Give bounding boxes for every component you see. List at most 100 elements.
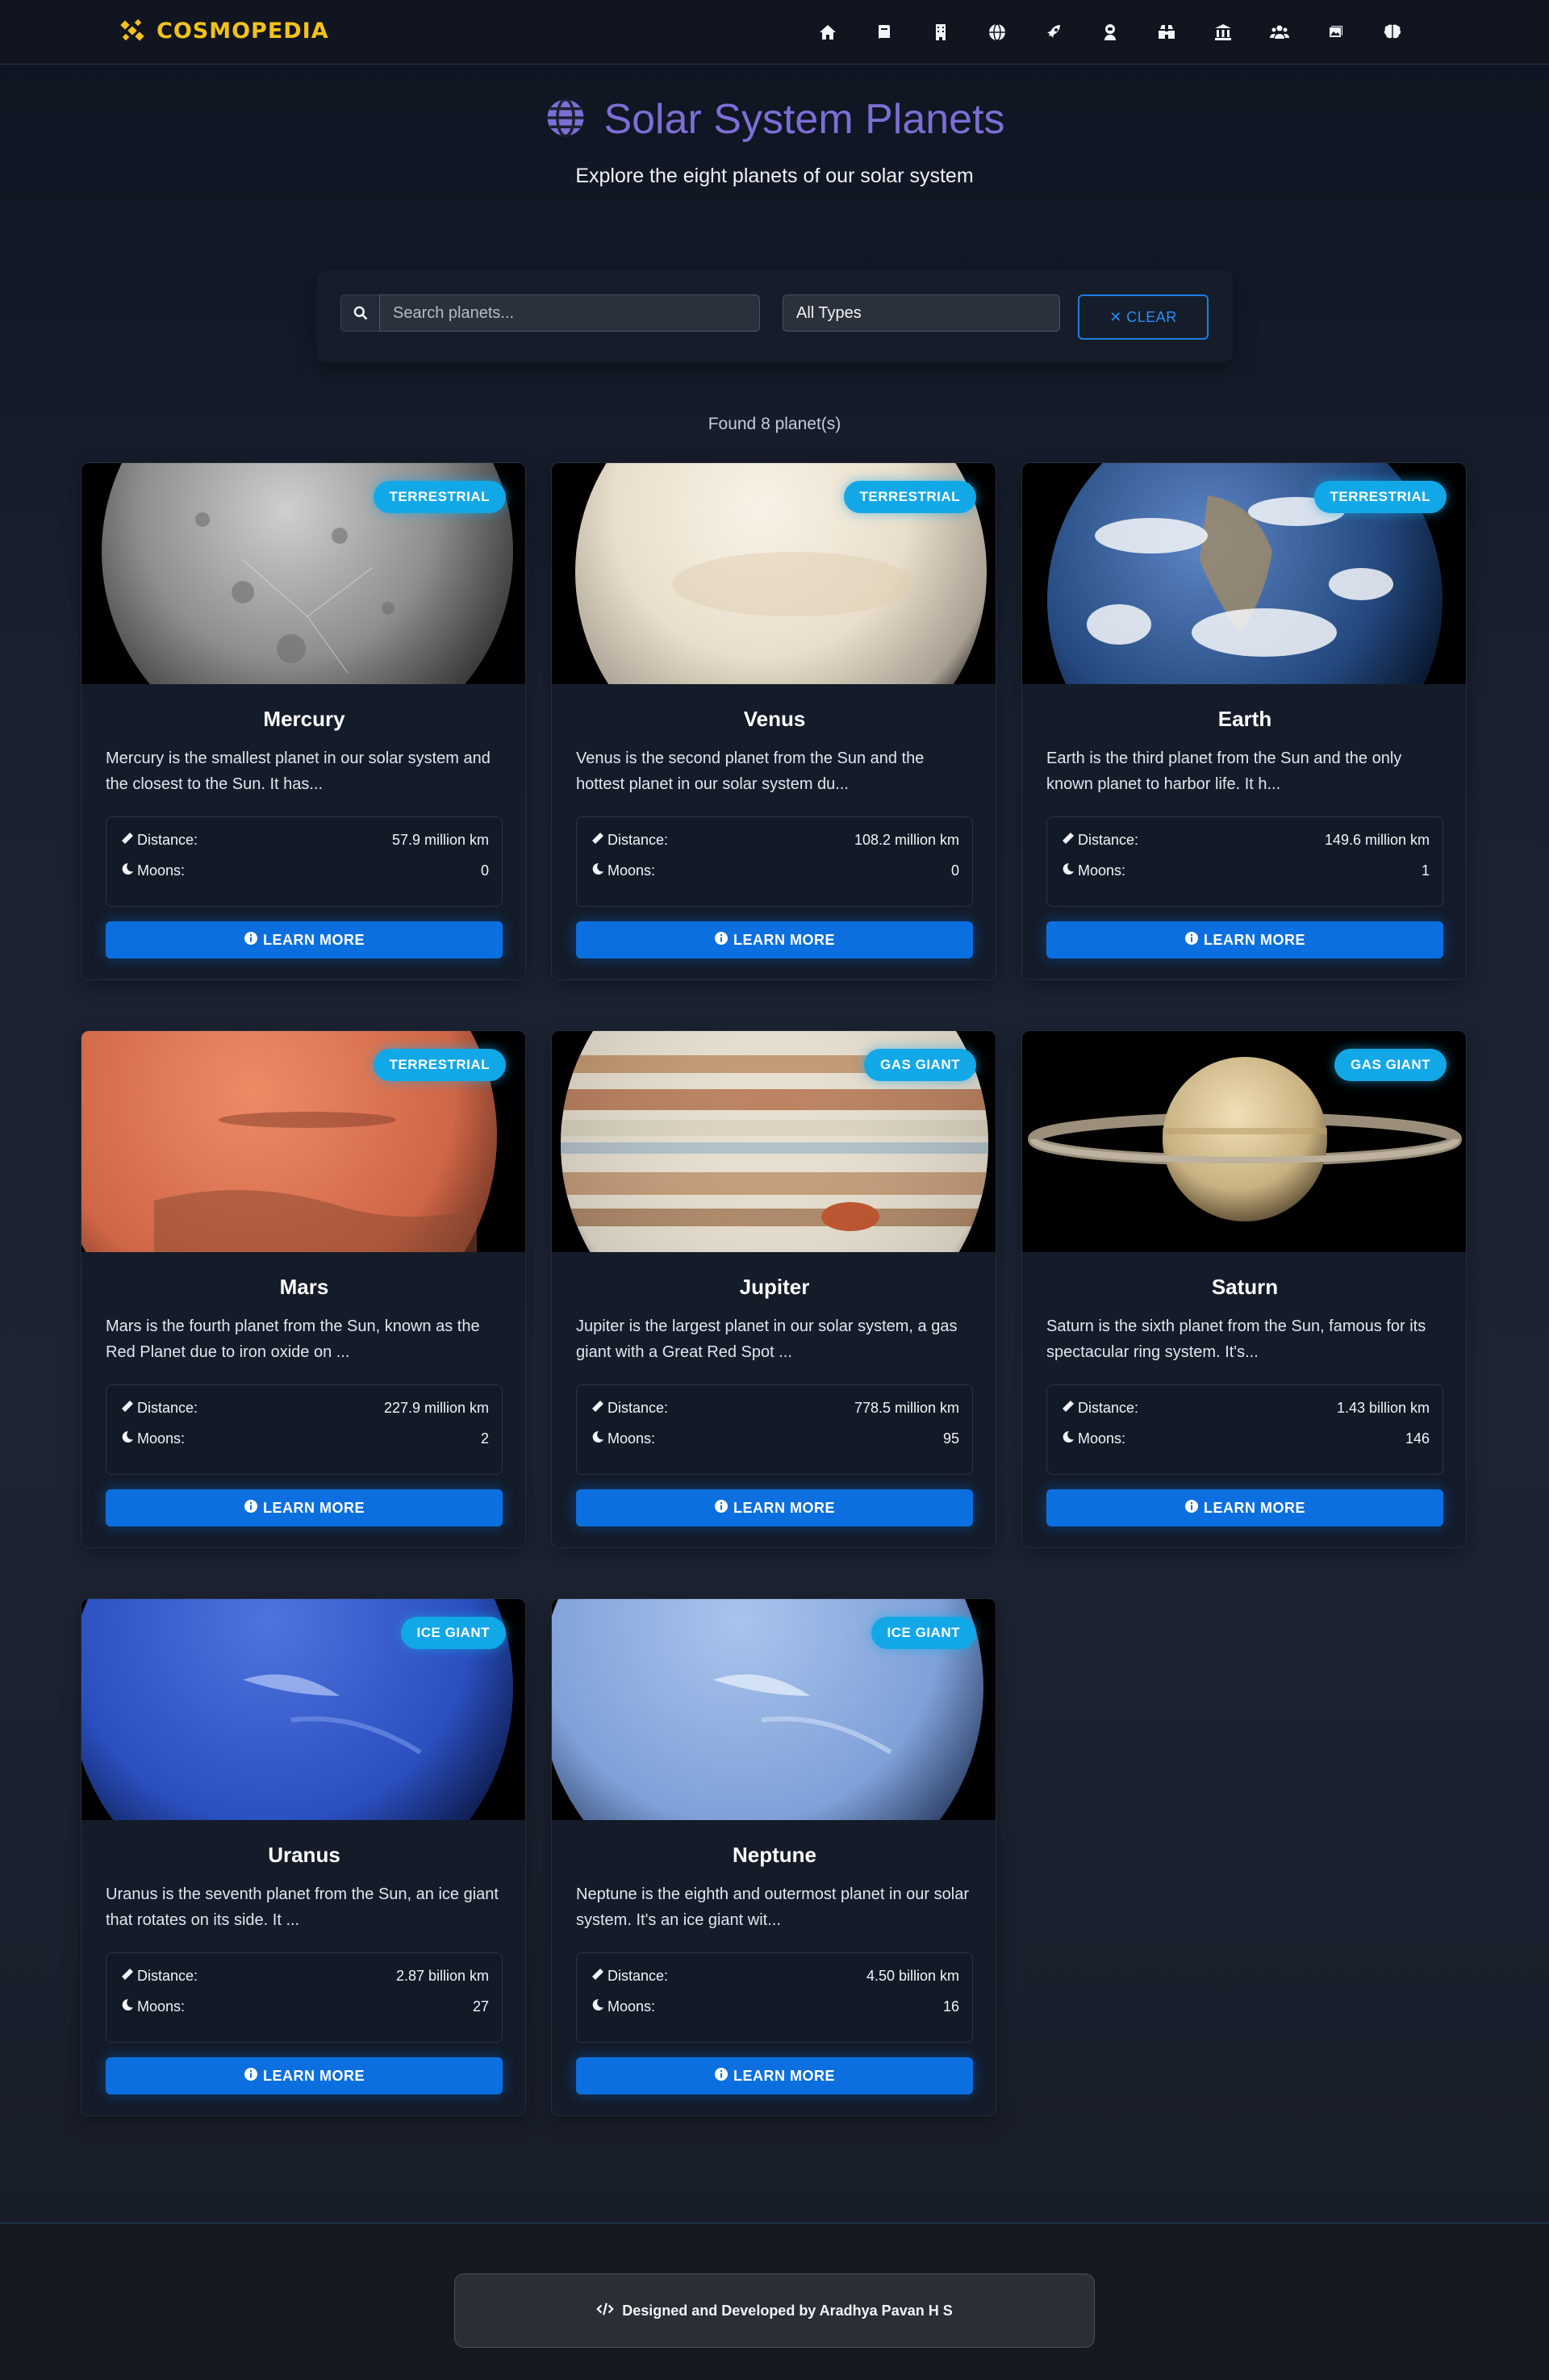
moon-icon (591, 1998, 604, 2015)
type-badge: TERRESTRIAL (1313, 481, 1447, 513)
moons-value: 16 (942, 1998, 959, 2015)
moons-label: Moons: (137, 1998, 186, 2015)
type-badge: TERRESTRIAL (373, 481, 506, 513)
learn-more-button[interactable]: LEARN MORE (576, 2057, 973, 2094)
results-count: Found 8 planet(s) (708, 415, 841, 433)
moons-label: Moons: (607, 1998, 656, 2015)
planet-description: Mercury is the smallest planet in our so… (106, 749, 491, 793)
book-icon[interactable] (871, 19, 897, 45)
distance-label: Distance: (607, 832, 669, 848)
learn-more-button[interactable]: LEARN MORE (576, 1489, 973, 1526)
satellite-icon (119, 18, 145, 44)
planet-card-neptune: ICE GIANT Neptune Neptune is the eighth … (551, 1598, 996, 2116)
distance-label: Distance: (137, 832, 198, 848)
planet-stats: Distance: 1.43 billion km Moons: 146 (1046, 1384, 1443, 1475)
planet-name: Saturn (1211, 1275, 1279, 1299)
info-icon (714, 2067, 729, 2086)
search-input[interactable] (379, 294, 760, 332)
distance-value: 4.50 billion km (866, 1968, 959, 1984)
moon-icon (1062, 1430, 1075, 1447)
search-icon (340, 294, 379, 332)
info-icon (714, 931, 729, 950)
distance-value: 1.43 billion km (1336, 1400, 1430, 1416)
distance-value: 227.9 million km (383, 1400, 489, 1416)
learn-more-button[interactable]: LEARN MORE (106, 2057, 503, 2094)
planet-name: Jupiter (739, 1275, 810, 1299)
learn-more-label: LEARN MORE (263, 1499, 365, 1516)
moons-label: Moons: (1078, 1430, 1126, 1447)
moon-icon (121, 1430, 134, 1447)
moons-label: Moons: (137, 1430, 186, 1447)
ruler-icon (1062, 1400, 1075, 1417)
ruler-icon (1062, 832, 1075, 849)
planet-name: Neptune (733, 1843, 816, 1867)
gallery-icon[interactable] (1323, 19, 1349, 45)
clear-button[interactable]: ✕ CLEAR (1078, 294, 1209, 340)
learn-more-label: LEARN MORE (1204, 1499, 1305, 1516)
museum-icon[interactable] (1210, 19, 1236, 45)
learn-more-button[interactable]: LEARN MORE (106, 921, 503, 958)
type-badge: ICE GIANT (871, 1617, 976, 1649)
planet-stats: Distance: 227.9 million km Moons: 2 (106, 1384, 503, 1475)
building-icon[interactable] (928, 19, 954, 45)
moon-icon (591, 862, 604, 879)
globe-icon (544, 96, 587, 144)
info-icon (244, 931, 258, 950)
ruler-icon (121, 1968, 134, 1985)
distance-label: Distance: (137, 1968, 198, 1984)
home-icon[interactable] (815, 19, 841, 45)
planet-card-uranus: ICE GIANT Uranus Uranus is the seventh p… (81, 1598, 526, 2116)
planet-card-venus: TERRESTRIAL Venus Venus is the second pl… (551, 462, 996, 980)
ruler-icon (591, 1400, 604, 1417)
planet-description: Mars is the fourth planet from the Sun, … (106, 1317, 480, 1361)
distance-value: 108.2 million km (854, 832, 959, 848)
learn-more-label: LEARN MORE (733, 1499, 835, 1516)
planet-name: Mars (279, 1275, 329, 1299)
planet-card-saturn: GAS GIANT Saturn Saturn is the sixth pla… (1021, 1030, 1467, 1548)
brand-name: COSMOPEDIA (157, 18, 329, 44)
learn-more-button[interactable]: LEARN MORE (1046, 921, 1443, 958)
footer: Designed and Developed by Aradhya Pavan … (0, 2223, 1549, 2380)
ruler-icon (121, 1400, 134, 1417)
rocket-icon[interactable] (1041, 19, 1067, 45)
planet-stats: Distance: 2.87 billion km Moons: 27 (106, 1952, 503, 2043)
moons-label: Moons: (137, 862, 186, 879)
type-badge: TERRESTRIAL (843, 481, 976, 513)
distance-value: 149.6 million km (1324, 832, 1430, 848)
distance-label: Distance: (1078, 1400, 1139, 1416)
binoculars-icon[interactable] (1154, 19, 1179, 45)
brand[interactable]: COSMOPEDIA (119, 18, 329, 44)
distance-label: Distance: (607, 1400, 669, 1416)
planet-description: Saturn is the sixth planet from the Sun,… (1046, 1317, 1426, 1361)
brain-icon[interactable] (1380, 19, 1405, 45)
planet-name: Uranus (268, 1843, 340, 1867)
clear-button-label: ✕ CLEAR (1109, 308, 1177, 325)
globe-icon[interactable] (984, 19, 1010, 45)
page-title: Solar System Planets (603, 96, 1005, 143)
info-icon (1184, 1499, 1199, 1518)
moons-label: Moons: (1078, 862, 1126, 879)
top-navbar: COSMOPEDIA (0, 0, 1549, 65)
distance-value: 2.87 billion km (395, 1968, 489, 1984)
moons-value: 0 (950, 862, 959, 879)
learn-more-button[interactable]: LEARN MORE (1046, 1489, 1443, 1526)
info-icon (714, 1499, 729, 1518)
distance-label: Distance: (1078, 832, 1139, 848)
planet-card-mars: TERRESTRIAL Mars Mars is the fourth plan… (81, 1030, 526, 1548)
moon-icon (591, 1430, 604, 1447)
astronaut-icon[interactable] (1097, 19, 1123, 45)
moons-value: 146 (1405, 1430, 1430, 1447)
planet-name: Venus (743, 707, 806, 731)
type-select[interactable]: All Types (783, 294, 1060, 332)
learn-more-button[interactable]: LEARN MORE (106, 1489, 503, 1526)
credit-box: Designed and Developed by Aradhya Pavan … (454, 2274, 1095, 2348)
code-icon (596, 2300, 615, 2322)
planet-card-jupiter: GAS GIANT Jupiter Jupiter is the largest… (551, 1030, 996, 1548)
type-badge: GAS GIANT (864, 1049, 976, 1081)
planet-description: Uranus is the seventh planet from the Su… (106, 1885, 499, 1929)
users-icon[interactable] (1267, 19, 1292, 45)
learn-more-button[interactable]: LEARN MORE (576, 921, 973, 958)
planet-stats: Distance: 149.6 million km Moons: 1 (1046, 816, 1443, 907)
planet-stats: Distance: 778.5 million km Moons: 95 (576, 1384, 973, 1475)
learn-more-label: LEARN MORE (1204, 931, 1305, 948)
